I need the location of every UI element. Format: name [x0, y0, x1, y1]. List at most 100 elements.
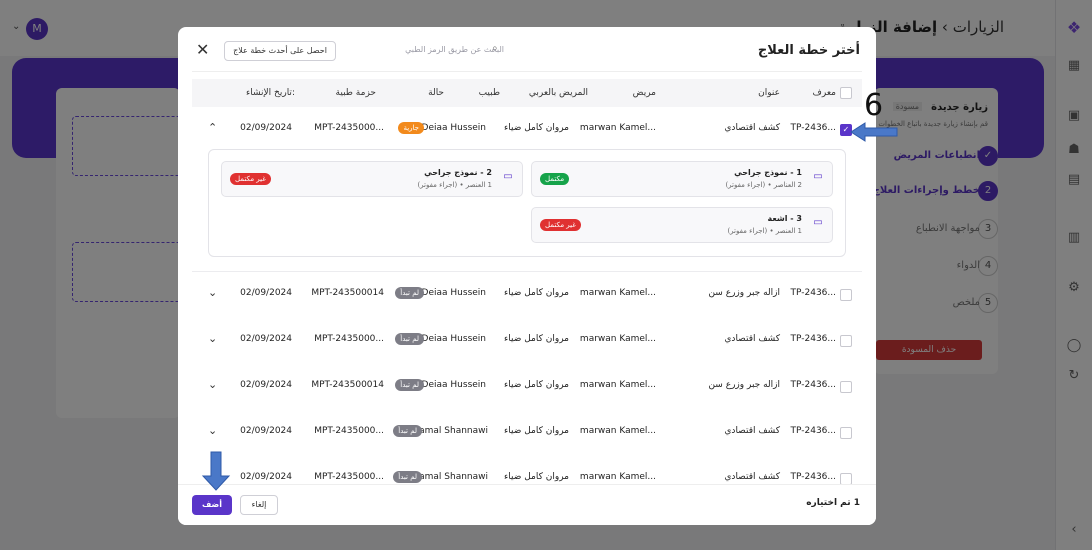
- cell-id: TP-2436...: [790, 380, 836, 390]
- plan-item-subtitle: 1 العنصر • (اجراء مفوتر): [417, 181, 492, 189]
- table-row[interactable]: TP-2436... ازاله جبر وزرع سن marwan Kame…: [192, 364, 862, 411]
- table-row[interactable]: TP-2436... كشف اقتصادي marwan Kamel... م…: [192, 318, 862, 365]
- close-icon[interactable]: ✕: [196, 40, 209, 59]
- chevron-up-icon[interactable]: ⌃: [208, 121, 217, 134]
- table-row[interactable]: TP-2436... كشف اقتصادي marwan Kamel... م…: [192, 410, 862, 457]
- cell-patient-ar: مروان كامل ضياء: [504, 380, 569, 390]
- cell-package: MPT-243500014: [311, 288, 384, 298]
- cell-package: MPT-2435000...: [314, 472, 384, 482]
- plan-item-subtitle: 2 العناصر • (اجراء مفوتر): [725, 181, 802, 189]
- status-badge: جارية: [398, 122, 424, 134]
- cell-id: TP-2436...: [790, 426, 836, 436]
- select-all-checkbox[interactable]: [840, 87, 852, 99]
- cell-package: MPT-243500014: [311, 380, 384, 390]
- chevron-down-icon[interactable]: ⌄: [208, 378, 217, 391]
- cell-patient: marwan Kamel...: [579, 426, 656, 436]
- plan-item[interactable]: ▭ 1 - نموذج جراحي 2 العناصر • (اجراء مفو…: [531, 161, 833, 197]
- cancel-button[interactable]: إلغاء: [240, 495, 278, 515]
- col-package: حزمة طبية: [335, 88, 376, 98]
- row-checkbox[interactable]: [840, 335, 852, 347]
- plan-item[interactable]: ▭ 2 - نموذج جراحي 1 العنصر • (اجراء مفوت…: [221, 161, 523, 197]
- monitor-icon: ▭: [813, 171, 823, 182]
- treatment-plan-modal: أختر خطة العلاج ⌕ البحث عن طريق الرمز ال…: [178, 27, 876, 525]
- status-badge: غير مكتمل: [540, 219, 581, 231]
- divider: [192, 71, 862, 72]
- cell-title: ازاله جبر وزرع سن: [708, 288, 780, 298]
- cell-title: كشف اقتصادي: [724, 426, 780, 436]
- latest-plan-button[interactable]: احصل على أحدث خطة علاج: [224, 41, 336, 61]
- cell-id: TP-2436...: [790, 288, 836, 298]
- status-badge: لم تبدأ: [395, 333, 424, 345]
- row-checkbox[interactable]: [840, 427, 852, 439]
- plan-item[interactable]: ▭ 3 - اشعة 1 العنصر • (اجراء مفوتر) غير …: [531, 207, 833, 243]
- modal-title: أختر خطة العلاج: [757, 43, 860, 58]
- col-title: عنوان: [758, 88, 780, 98]
- col-doctor: طبيب: [478, 88, 500, 98]
- cell-package: MPT-2435000...: [314, 123, 384, 133]
- cell-created: 02/09/2024: [240, 123, 292, 133]
- add-button[interactable]: أضف: [192, 495, 232, 515]
- cell-patient-ar: مروان كامل ضياء: [504, 472, 569, 482]
- cell-patient-ar: مروان كامل ضياء: [504, 123, 569, 133]
- cell-patient: marwan Kamel...: [579, 380, 656, 390]
- annotation-arrow-left-icon: [850, 122, 898, 142]
- plan-item-subtitle: 1 العنصر • (اجراء مفوتر): [727, 227, 802, 235]
- cell-patient: marwan Kamel...: [579, 288, 656, 298]
- cell-patient-ar: مروان كامل ضياء: [504, 288, 569, 298]
- selected-count: 1 تم اختياره: [806, 498, 860, 508]
- col-created: تاريخ الإنشاء:: [246, 88, 295, 98]
- status-badge: لم تبدأ: [395, 379, 424, 391]
- cell-doctor: Deiaa Hussein: [421, 123, 486, 133]
- cell-id: TP-2436...: [790, 334, 836, 344]
- cell-patient-ar: مروان كامل ضياء: [504, 426, 569, 436]
- plan-item-title: 1 - نموذج جراحي: [734, 168, 802, 177]
- cell-doctor: Deiaa Hussein: [421, 334, 486, 344]
- status-badge: غير مكتمل: [230, 173, 271, 185]
- status-badge: لم تبدأ: [393, 471, 422, 483]
- table-row[interactable]: TP-2436... ازاله جبر وزرع سن marwan Kame…: [192, 272, 862, 319]
- chevron-down-icon[interactable]: ⌄: [208, 286, 217, 299]
- cell-package: MPT-2435000...: [314, 334, 384, 344]
- monitor-icon: ▭: [503, 171, 513, 182]
- row-checkbox[interactable]: [840, 381, 852, 393]
- monitor-icon: ▭: [813, 217, 823, 228]
- col-id: معرف: [812, 88, 836, 98]
- search-input[interactable]: البحث عن طريق الرمز الطبي: [392, 45, 504, 54]
- col-status: حالة: [428, 88, 444, 98]
- annotation-step-number: 6: [864, 88, 884, 123]
- cell-doctor: Deiaa Hussein: [421, 288, 486, 298]
- plan-item-title: 2 - نموذج جراحي: [424, 168, 492, 177]
- status-badge: لم تبدأ: [393, 425, 422, 437]
- col-patient: مريض: [632, 88, 656, 98]
- cell-patient: marwan Kamel...: [579, 472, 656, 482]
- cell-created: 02/09/2024: [240, 472, 292, 482]
- table-row[interactable]: TP-2436... كشف اقتصادي marwan Kamel... م…: [192, 456, 862, 486]
- row-checkbox[interactable]: [840, 289, 852, 301]
- annotation-arrow-down-icon: [201, 451, 231, 491]
- status-badge: مكتمل: [540, 173, 570, 185]
- cell-title: ازاله جبر وزرع سن: [708, 380, 780, 390]
- cell-patient: marwan Kamel...: [579, 334, 656, 344]
- plan-item-title: 3 - اشعة: [767, 214, 802, 223]
- cell-title: كشف اقتصادي: [724, 123, 780, 133]
- cell-created: 02/09/2024: [240, 288, 292, 298]
- cell-title: كشف اقتصادي: [724, 472, 780, 482]
- plan-items-panel: ▭ 1 - نموذج جراحي 2 العناصر • (اجراء مفو…: [208, 149, 846, 257]
- cell-created: 02/09/2024: [240, 426, 292, 436]
- cell-patient-ar: مروان كامل ضياء: [504, 334, 569, 344]
- chevron-down-icon[interactable]: ⌄: [208, 332, 217, 345]
- cell-package: MPT-2435000...: [314, 426, 384, 436]
- modal-footer: 1 تم اختياره إلغاء أضف: [178, 484, 876, 525]
- status-badge: لم تبدأ: [395, 287, 424, 299]
- cell-doctor: Deiaa Hussein: [421, 380, 486, 390]
- cell-doctor: Kamal Shannawi: [413, 426, 488, 436]
- table-header: معرف عنوان مريض المريض بالعربي طبيب حالة…: [192, 79, 862, 107]
- cell-title: كشف اقتصادي: [724, 334, 780, 344]
- cell-id: TP-2436...: [790, 472, 836, 482]
- cell-patient: marwan Kamel...: [579, 123, 656, 133]
- cell-doctor: Kamal Shannawi: [413, 472, 488, 482]
- cell-created: 02/09/2024: [240, 334, 292, 344]
- chevron-down-icon[interactable]: ⌄: [208, 424, 217, 437]
- cell-created: 02/09/2024: [240, 380, 292, 390]
- col-patient-ar: المريض بالعربي: [528, 88, 588, 98]
